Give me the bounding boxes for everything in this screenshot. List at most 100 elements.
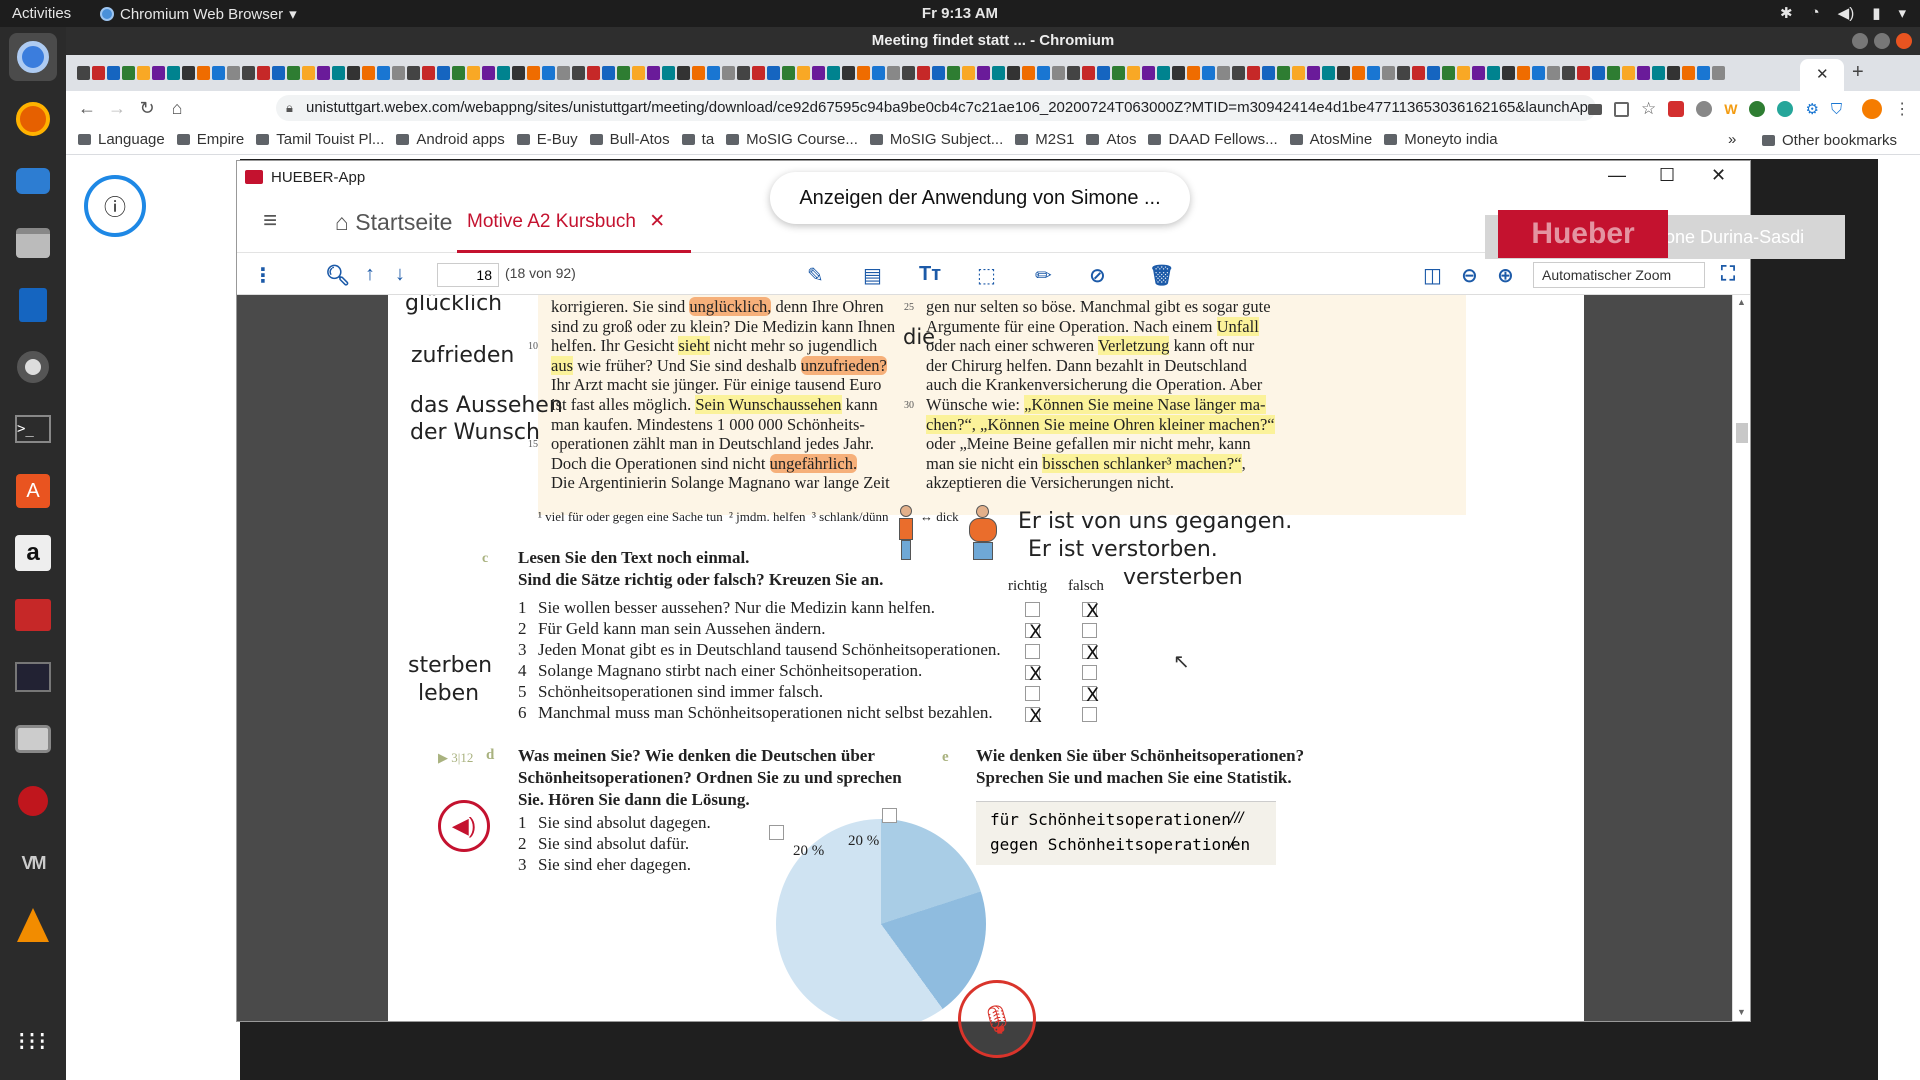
zoom-out-icon[interactable]: ⊖ — [1461, 263, 1478, 288]
pinned-tab-favicon[interactable] — [1142, 66, 1155, 80]
software-center-launcher-icon[interactable]: A — [9, 467, 57, 515]
tab-motive-a2[interactable]: Motive A2 Kursbuch ✕ — [467, 210, 665, 233]
bookmark-item[interactable]: MoSIG Course... — [726, 131, 858, 148]
pinned-tab-favicon[interactable] — [917, 66, 930, 80]
pinned-tab-favicon[interactable] — [1112, 66, 1125, 80]
pinned-tab-favicon[interactable] — [977, 66, 990, 80]
pinned-tab-favicon[interactable] — [692, 66, 705, 80]
pinned-tab-favicon[interactable] — [302, 66, 315, 80]
pinned-tab-favicon[interactable] — [1247, 66, 1260, 80]
pinned-tab-favicon[interactable] — [272, 66, 285, 80]
pinned-tab-favicon[interactable] — [1307, 66, 1320, 80]
pinned-tab-favicon[interactable] — [1037, 66, 1050, 80]
fullscreen-icon[interactable]: ⛶ — [1721, 263, 1735, 286]
pinned-tab-favicon[interactable] — [542, 66, 555, 80]
pinned-tab-favicon[interactable] — [242, 66, 255, 80]
pinned-tab-favicon[interactable] — [842, 66, 855, 80]
more-options-icon[interactable]: ⋮ — [253, 263, 273, 288]
maximize-icon[interactable]: ☐ — [1659, 165, 1675, 186]
pinned-tab-favicon[interactable] — [137, 66, 150, 80]
pinned-tab-favicon[interactable] — [1607, 66, 1620, 80]
pinned-tab-favicon[interactable] — [1532, 66, 1545, 80]
pinned-tab-favicon[interactable] — [812, 66, 825, 80]
pinned-tab-favicon[interactable] — [1577, 66, 1590, 80]
wifi-icon[interactable]: ◔ — [1811, 4, 1820, 22]
vm-launcher-icon[interactable]: VM — [9, 839, 57, 887]
bookmark-item[interactable]: Android apps — [396, 131, 505, 148]
pinned-tab-favicon[interactable] — [257, 66, 270, 80]
pinned-tab-favicon[interactable] — [1562, 66, 1575, 80]
pinned-tab-favicon[interactable] — [437, 66, 450, 80]
pinned-tab-favicon[interactable] — [107, 66, 120, 80]
pinned-tab-favicon[interactable] — [1712, 66, 1725, 80]
pinned-tab-favicon[interactable] — [1292, 66, 1305, 80]
pinned-tab-favicon[interactable] — [1427, 66, 1440, 80]
bookmark-item[interactable]: AtosMine — [1289, 131, 1372, 148]
pinned-tab-favicon[interactable] — [662, 66, 675, 80]
camera-icon[interactable] — [1588, 103, 1602, 115]
next-page-icon[interactable]: ↓ — [395, 263, 405, 286]
pinned-tab-favicon[interactable] — [362, 66, 375, 80]
system-tray[interactable]: ✱ ◔ ◀) ▮ ▾ — [1780, 4, 1906, 22]
pinned-tab-favicon[interactable] — [1622, 66, 1635, 80]
bluetooth-icon[interactable]: ✱ — [1780, 4, 1793, 22]
pinned-tab-favicon[interactable] — [677, 66, 690, 80]
pinned-tab-favicon[interactable] — [1202, 66, 1215, 80]
pdf-viewer[interactable]: korrigieren. Sie sind unglücklich, denn … — [237, 295, 1750, 1021]
clock[interactable]: Fr 9:13 AM — [0, 5, 1920, 22]
pie-checkbox-1[interactable] — [769, 825, 784, 840]
previous-page-icon[interactable]: ↑ — [365, 263, 375, 286]
pinned-tab-favicon[interactable] — [377, 66, 390, 80]
checkbox-falsch[interactable] — [1082, 665, 1097, 680]
highlighter-icon[interactable]: ✎ — [807, 263, 824, 288]
pinned-tab-favicon[interactable] — [332, 66, 345, 80]
pinned-tab-favicon[interactable] — [722, 66, 735, 80]
checkbox-richtig[interactable] — [1025, 644, 1040, 659]
close-icon[interactable]: ✕ — [1711, 165, 1726, 186]
volume-icon[interactable]: ◀) — [1838, 4, 1855, 22]
bookmark-item[interactable]: Language — [78, 131, 165, 148]
vlc-launcher-icon[interactable] — [9, 901, 57, 949]
pinned-tab-favicon[interactable] — [1652, 66, 1665, 80]
system-monitor-launcher-icon[interactable] — [9, 653, 57, 701]
pinned-tab-favicon[interactable] — [512, 66, 525, 80]
pinned-tab-favicon[interactable] — [287, 66, 300, 80]
pinned-tab-favicon[interactable] — [1682, 66, 1695, 80]
pinned-tab-favicon[interactable] — [857, 66, 870, 80]
other-bookmarks[interactable]: Other bookmarks — [1762, 132, 1897, 149]
meeting-info-button[interactable]: ⓘ — [84, 175, 146, 237]
extensions-area[interactable]: ☆ W ⚙ ⛉ ⋮ — [1588, 99, 1910, 119]
bookmark-item[interactable]: ta — [681, 131, 714, 148]
pinned-tab-favicon[interactable] — [1517, 66, 1530, 80]
pinned-tab-favicon[interactable] — [1352, 66, 1365, 80]
pinned-tab-favicon[interactable] — [557, 66, 570, 80]
back-icon[interactable]: ← — [72, 98, 102, 119]
pinned-tab-favicon[interactable] — [1007, 66, 1020, 80]
pinned-tab-favicon[interactable] — [1232, 66, 1245, 80]
pinned-tab-favicon[interactable] — [1127, 66, 1140, 80]
bookmark-item[interactable]: M2S1 — [1015, 131, 1074, 148]
pinned-tab-favicon[interactable] — [1082, 66, 1095, 80]
bookmark-item[interactable]: DAAD Fellows... — [1148, 131, 1278, 148]
pinned-tab-favicon[interactable] — [1472, 66, 1485, 80]
sidebar-toggle-icon[interactable]: ◫ — [1423, 263, 1442, 288]
minimize-icon[interactable] — [1852, 33, 1868, 49]
pinned-tab-favicon[interactable] — [227, 66, 240, 80]
pinned-tab-favicon[interactable] — [1697, 66, 1710, 80]
close-tab-icon[interactable]: ✕ — [1816, 65, 1829, 83]
checkbox-richtig[interactable] — [1025, 686, 1040, 701]
pinned-tab-favicon[interactable] — [167, 66, 180, 80]
new-tab-icon[interactable]: + — [1852, 61, 1864, 84]
adblock-icon[interactable] — [1668, 101, 1685, 117]
bookmarks-overflow-chevron[interactable]: » — [1728, 131, 1736, 148]
pinned-tab-favicon[interactable] — [1067, 66, 1080, 80]
pinned-tab-favicon[interactable] — [527, 66, 540, 80]
terminal-launcher-icon[interactable]: >_ — [9, 405, 57, 453]
menu-dots-icon[interactable]: ⋮ — [1894, 99, 1910, 119]
reload-icon[interactable]: ↻ — [132, 98, 162, 119]
page-number-input[interactable] — [437, 263, 499, 287]
pinned-tab-favicon[interactable] — [1502, 66, 1515, 80]
vertical-scrollbar[interactable]: ▲ ▼ — [1732, 295, 1750, 1021]
delete-icon[interactable]: 🗑︎ — [1149, 263, 1174, 288]
pinned-tab-favicon[interactable] — [452, 66, 465, 80]
